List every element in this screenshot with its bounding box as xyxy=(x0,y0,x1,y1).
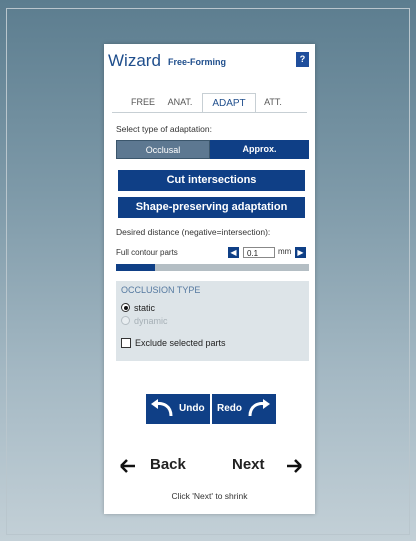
occlusal-option[interactable]: Occlusal xyxy=(116,140,210,159)
tab-bar: FREE ANAT. ADAPT ATT. xyxy=(104,93,315,112)
back-label: Back xyxy=(150,456,186,473)
exclude-parts-label: Exclude selected parts xyxy=(135,338,226,348)
decrease-arrow-icon[interactable]: ◀ xyxy=(228,247,239,258)
cut-intersections-button[interactable]: Cut intersections xyxy=(118,170,305,191)
slider-fill xyxy=(116,264,155,271)
dynamic-radio xyxy=(121,316,130,325)
full-contour-label: Full contour parts xyxy=(116,248,178,257)
adaptation-type-label: Select type of adaptation: xyxy=(116,124,212,134)
occlusion-type-panel: OCCLUSION TYPE static dynamic Exclude se… xyxy=(116,281,309,361)
approx-option[interactable]: Approx. xyxy=(210,140,309,159)
static-radio[interactable] xyxy=(121,303,130,312)
wizard-panel: Wizard Free-Forming ? FREE ANAT. ADAPT A… xyxy=(104,44,315,514)
next-label: Next xyxy=(232,456,265,473)
next-hint: Click 'Next' to shrink xyxy=(171,491,248,501)
tab-adapt[interactable]: ADAPT xyxy=(202,93,256,112)
occlusion-title: OCCLUSION TYPE xyxy=(121,285,201,295)
redo-label: Redo xyxy=(217,403,242,414)
distance-input[interactable]: 0.1 xyxy=(243,247,275,258)
increase-arrow-icon[interactable]: ▶ xyxy=(295,247,306,258)
undo-button[interactable]: Undo xyxy=(146,394,210,424)
distance-slider[interactable] xyxy=(116,264,309,271)
redo-button[interactable]: Redo xyxy=(212,394,276,424)
tab-free[interactable]: FREE xyxy=(124,93,162,112)
distance-unit: mm xyxy=(278,247,292,256)
tab-att[interactable]: ATT. xyxy=(256,93,290,112)
undo-arrow-icon xyxy=(151,399,173,417)
distance-label: Desired distance (negative=intersection)… xyxy=(116,227,271,237)
wizard-subtitle: Free-Forming xyxy=(168,57,227,67)
redo-arrow-icon xyxy=(248,399,270,417)
tab-anat[interactable]: ANAT. xyxy=(162,93,198,112)
tab-divider xyxy=(112,112,307,113)
help-button[interactable]: ? xyxy=(296,52,309,67)
arrow-right-icon xyxy=(287,459,302,473)
exclude-parts-checkbox[interactable] xyxy=(121,338,131,348)
static-label: static xyxy=(134,303,156,313)
undo-label: Undo xyxy=(179,403,205,414)
shape-preserving-button[interactable]: Shape-preserving adaptation xyxy=(118,197,305,218)
arrow-left-icon xyxy=(120,459,135,473)
wizard-title: Wizard xyxy=(108,51,161,70)
dynamic-label: dynamic xyxy=(134,316,168,326)
